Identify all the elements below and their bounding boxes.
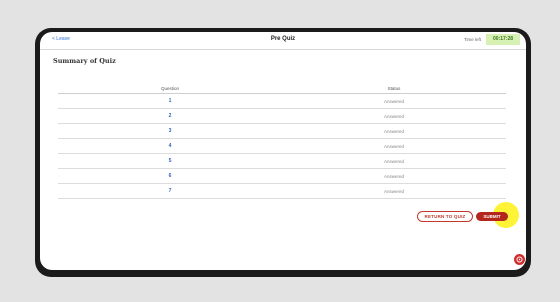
summary-table: Question Status 1 Answered 2 Answered 3 … <box>58 83 506 199</box>
table-row: 4 Answered <box>58 139 506 154</box>
table-row: 5 Answered <box>58 154 506 169</box>
timer-badge: 00:17:28 <box>486 34 520 45</box>
column-header-status: Status <box>387 85 401 91</box>
column-header-question: Question <box>160 85 179 91</box>
table-row: 7 Answered <box>58 184 506 199</box>
submit-button[interactable]: SUBMIT <box>476 212 508 221</box>
table-row: 6 Answered <box>58 169 506 184</box>
table-row: 2 Answered <box>58 109 506 124</box>
status-text: Answered <box>383 143 404 149</box>
status-text: Answered <box>383 98 404 104</box>
table-header: Question Status <box>58 83 506 94</box>
question-link[interactable]: 6 <box>58 173 282 179</box>
time-left-label: Time left <box>463 37 481 42</box>
help-button[interactable] <box>514 254 525 265</box>
question-link[interactable]: 1 <box>58 98 282 104</box>
question-link[interactable]: 5 <box>58 158 282 164</box>
status-text: Answered <box>383 128 404 134</box>
question-link[interactable]: 4 <box>58 143 282 149</box>
table-row: 1 Answered <box>58 94 506 109</box>
device-frame: < Leave Pre Quiz Time left 00:17:28 Summ… <box>35 28 531 277</box>
table-row: 3 Answered <box>58 124 506 139</box>
summary-title: Summary of Quiz <box>53 57 116 65</box>
top-bar: < Leave Pre Quiz Time left 00:17:28 <box>40 32 526 50</box>
status-text: Answered <box>383 113 404 119</box>
status-text: Answered <box>383 173 404 179</box>
status-text: Answered <box>383 188 404 194</box>
page-title: Pre Quiz <box>270 36 296 42</box>
return-to-quiz-button[interactable]: RETURN TO QUIZ <box>417 211 473 222</box>
quiz-screen: < Leave Pre Quiz Time left 00:17:28 Summ… <box>40 32 526 270</box>
question-link[interactable]: 3 <box>58 128 282 134</box>
status-text: Answered <box>383 158 404 164</box>
question-link[interactable]: 2 <box>58 113 282 119</box>
question-link[interactable]: 7 <box>58 188 282 194</box>
help-chat-icon <box>516 256 523 263</box>
